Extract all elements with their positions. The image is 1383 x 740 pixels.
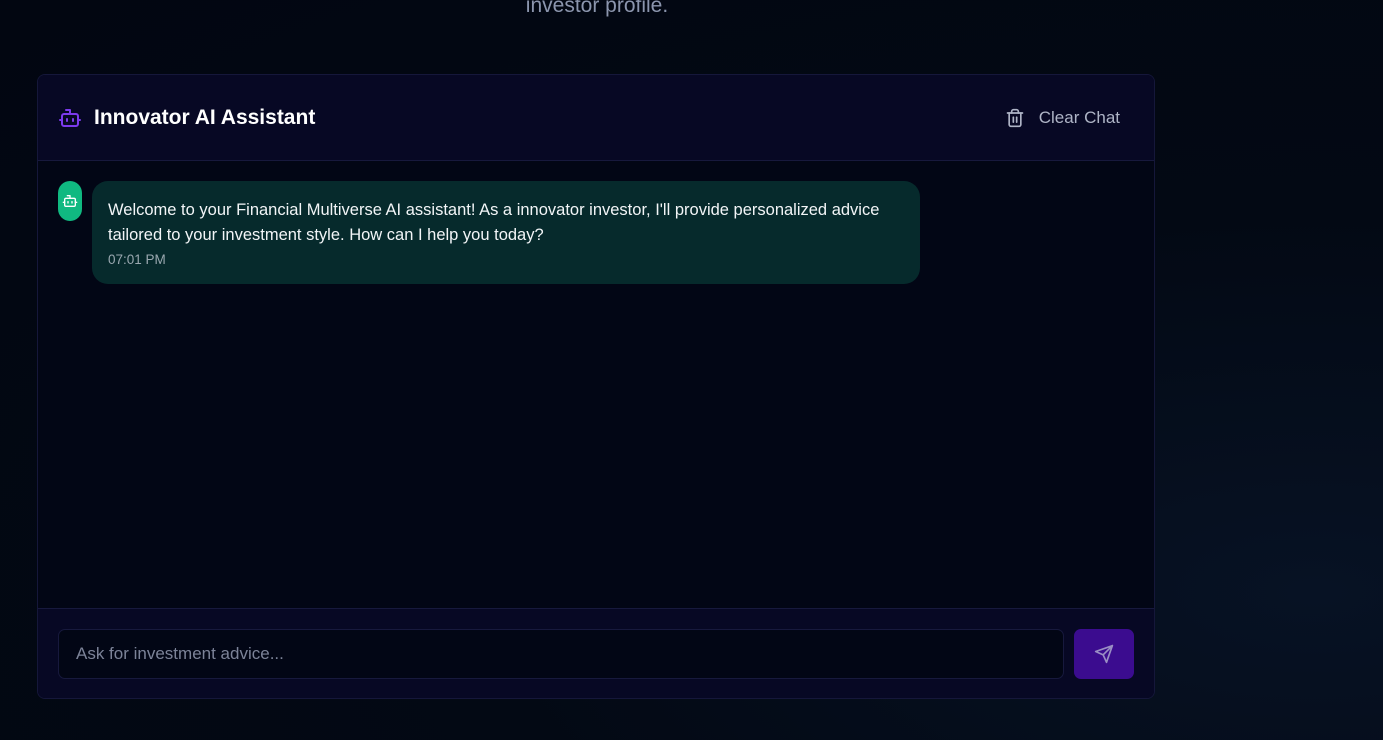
clear-chat-button[interactable]: Clear Chat (1005, 108, 1120, 128)
chat-input[interactable] (74, 642, 1048, 665)
message-timestamp: 07:01 PM (108, 252, 166, 267)
profile-description: investor profile. (525, 0, 669, 17)
chat-input-wrapper (58, 628, 1064, 679)
bot-icon (58, 106, 82, 130)
message-text: Welcome to your Financial Multiverse AI … (108, 201, 880, 244)
header-title-group: Innovator AI Assistant (58, 106, 315, 130)
assistant-avatar (58, 181, 82, 221)
clear-chat-label: Clear Chat (1038, 107, 1120, 127)
message-bubble: Welcome to your Financial Multiverse AI … (92, 181, 920, 284)
message-item: Welcome to your Financial Multiverse AI … (58, 181, 1134, 284)
send-icon (1094, 644, 1114, 663)
chat-title: Innovator AI Assistant (94, 105, 316, 129)
page: investor profile. Innovator AI Assistant (0, 0, 1383, 740)
chat-input-bar (38, 609, 1154, 698)
chat-panel: Innovator AI Assistant Clear Chat Welcom… (37, 74, 1155, 699)
bot-icon (62, 195, 78, 207)
trash-icon (1005, 108, 1025, 128)
message-list: Welcome to your Financial Multiverse AI … (38, 161, 1154, 609)
send-button[interactable] (1074, 628, 1134, 679)
chat-header: Innovator AI Assistant Clear Chat (38, 75, 1154, 161)
